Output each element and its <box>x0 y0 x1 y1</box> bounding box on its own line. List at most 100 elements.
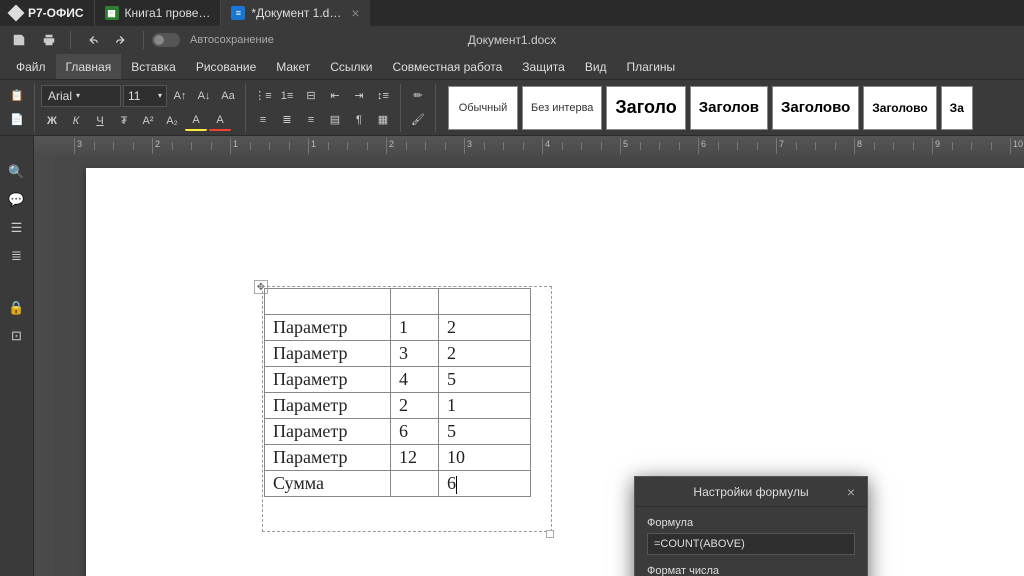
numbering-button[interactable]: 1≡ <box>276 86 298 106</box>
table-row[interactable]: Сумма 6 <box>265 471 531 497</box>
line-spacing-button[interactable]: ↕≡ <box>372 86 394 106</box>
subscript-button[interactable]: A₂ <box>161 111 183 131</box>
cell-b[interactable] <box>439 289 531 315</box>
format-painter-button[interactable]: 🖌 <box>407 110 429 130</box>
align-justify-button[interactable]: ▤ <box>324 110 346 130</box>
cell-param[interactable]: Параметр <box>265 367 391 393</box>
close-icon[interactable]: × <box>351 5 359 21</box>
feedback-button[interactable]: ⊡ <box>5 324 29 348</box>
strike-button[interactable]: ₮ <box>113 111 135 131</box>
page[interactable]: ✥ Параметр12Параметр32Параметр45Параметр… <box>86 168 1024 576</box>
multilevel-button[interactable]: ⊟ <box>300 86 322 106</box>
font-name-select[interactable]: Arial▾ <box>41 85 121 107</box>
style-normal[interactable]: Обычный <box>448 86 518 130</box>
cell-param[interactable]: Параметр <box>265 445 391 471</box>
paste-button[interactable]: 📄 <box>6 110 28 130</box>
highlight-button[interactable]: A <box>185 111 207 131</box>
cell-a[interactable]: 4 <box>391 367 439 393</box>
table-row[interactable]: Параметр12 <box>265 315 531 341</box>
menu-plugins[interactable]: Плагины <box>617 54 686 79</box>
cell-a[interactable]: 2 <box>391 393 439 419</box>
superscript-button[interactable]: A² <box>137 111 159 131</box>
nav-button[interactable]: ≣ <box>5 244 29 268</box>
cell-param[interactable]: Сумма <box>265 471 391 497</box>
menu-protect[interactable]: Защита <box>512 54 575 79</box>
menu-collab[interactable]: Совместная работа <box>382 54 512 79</box>
tab-document[interactable]: ≡ *Документ 1.d… × <box>220 0 369 26</box>
close-icon[interactable]: × <box>843 484 859 500</box>
menu-draw[interactable]: Рисование <box>186 54 266 79</box>
clear-format-button[interactable]: ✏ <box>407 86 429 106</box>
table-row[interactable] <box>265 289 531 315</box>
font-size-select[interactable]: 11▾ <box>123 85 167 107</box>
headings-button[interactable]: ☰ <box>5 216 29 240</box>
tab-spreadsheet[interactable]: ▦ Книга1 прове… <box>94 0 221 26</box>
copy-button[interactable]: 📋 <box>6 86 28 106</box>
cell-param[interactable]: Параметр <box>265 393 391 419</box>
italic-button[interactable]: К <box>65 111 87 131</box>
cell-a[interactable] <box>391 471 439 497</box>
save-button[interactable] <box>6 29 32 51</box>
autosave-toggle[interactable] <box>152 33 180 47</box>
horizontal-ruler[interactable]: 32112345678910 <box>34 136 1024 156</box>
table-resize-handle[interactable] <box>546 530 554 538</box>
formula-input[interactable] <box>647 533 855 555</box>
menu-refs[interactable]: Ссылки <box>320 54 382 79</box>
cell-b[interactable]: 1 <box>439 393 531 419</box>
increase-font-button[interactable]: A↑ <box>169 86 191 106</box>
bold-button[interactable]: Ж <box>41 111 63 131</box>
align-center-button[interactable]: ≣ <box>276 110 298 130</box>
menu-layout[interactable]: Макет <box>266 54 320 79</box>
undo-button[interactable] <box>79 29 105 51</box>
indent-dec-button[interactable]: ⇤ <box>324 86 346 106</box>
table-row[interactable]: Параметр21 <box>265 393 531 419</box>
canvas[interactable]: ✥ Параметр12Параметр32Параметр45Параметр… <box>54 156 1024 576</box>
style-heading-4[interactable]: Заголово <box>863 86 936 130</box>
cell-b[interactable]: 10 <box>439 445 531 471</box>
align-right-button[interactable]: ≡ <box>300 110 322 130</box>
search-button[interactable]: 🔍 <box>5 160 29 184</box>
comments-button[interactable]: 💬 <box>5 188 29 212</box>
shading-button[interactable]: ▦ <box>372 110 394 130</box>
style-heading-3[interactable]: Заголово <box>772 86 859 130</box>
style-heading-5[interactable]: За <box>941 86 973 130</box>
cell-b[interactable]: 5 <box>439 367 531 393</box>
font-color-button[interactable]: A <box>209 111 231 131</box>
cell-a[interactable]: 12 <box>391 445 439 471</box>
cell-b[interactable]: 6 <box>439 471 531 497</box>
menu-view[interactable]: Вид <box>575 54 617 79</box>
cell-a[interactable] <box>391 289 439 315</box>
table-row[interactable]: Параметр1210 <box>265 445 531 471</box>
menu-file[interactable]: Файл <box>6 54 56 79</box>
cell-a[interactable]: 1 <box>391 315 439 341</box>
document-table[interactable]: Параметр12Параметр32Параметр45Параметр21… <box>264 288 531 497</box>
cell-param[interactable] <box>265 289 391 315</box>
change-case-button[interactable]: Aa <box>217 86 239 106</box>
style-heading-1[interactable]: Заголо <box>606 86 685 130</box>
paragraph-marks-button[interactable]: ¶ <box>348 110 370 130</box>
print-button[interactable] <box>36 29 62 51</box>
cell-a[interactable]: 6 <box>391 419 439 445</box>
cell-b[interactable]: 2 <box>439 315 531 341</box>
dialog-title-bar[interactable]: Настройки формулы × <box>635 477 867 507</box>
table-row[interactable]: Параметр32 <box>265 341 531 367</box>
menu-insert[interactable]: Вставка <box>121 54 186 79</box>
cell-param[interactable]: Параметр <box>265 315 391 341</box>
cell-b[interactable]: 5 <box>439 419 531 445</box>
align-left-button[interactable]: ≡ <box>252 110 274 130</box>
cell-b[interactable]: 2 <box>439 341 531 367</box>
cell-param[interactable]: Параметр <box>265 341 391 367</box>
table-row[interactable]: Параметр45 <box>265 367 531 393</box>
redo-button[interactable] <box>109 29 135 51</box>
style-no-spacing[interactable]: Без интерва <box>522 86 602 130</box>
cell-a[interactable]: 3 <box>391 341 439 367</box>
style-heading-2[interactable]: Заголов <box>690 86 768 130</box>
underline-button[interactable]: Ч <box>89 111 111 131</box>
bullets-button[interactable]: ⋮≡ <box>252 86 274 106</box>
indent-inc-button[interactable]: ⇥ <box>348 86 370 106</box>
menu-home[interactable]: Главная <box>56 54 122 79</box>
table-row[interactable]: Параметр65 <box>265 419 531 445</box>
lock-button[interactable]: 🔒 <box>5 296 29 320</box>
cell-param[interactable]: Параметр <box>265 419 391 445</box>
vertical-ruler[interactable] <box>34 156 54 576</box>
